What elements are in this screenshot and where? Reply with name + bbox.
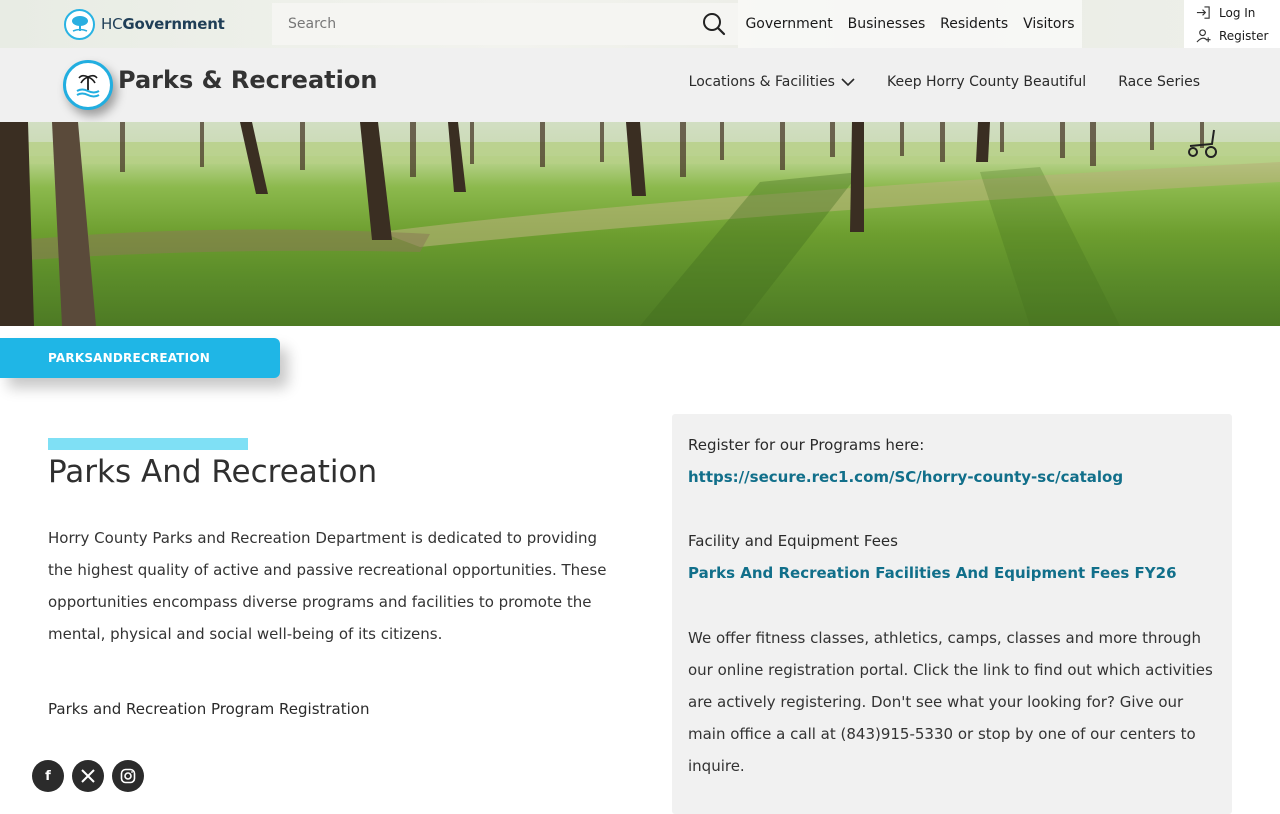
top-nav-visitors[interactable]: Visitors (1023, 16, 1074, 32)
title-accent-bar (48, 438, 248, 450)
program-registration-heading: Parks and Recreation Program Registratio… (48, 700, 370, 718)
fees-heading: Facility and Equipment Fees (688, 532, 898, 550)
intro-paragraph: Horry County Parks and Recreation Depart… (48, 529, 607, 643)
parks-logo-icon[interactable] (63, 60, 113, 110)
top-nav-residents[interactable]: Residents (940, 16, 1008, 32)
site-wordmark: HCGovernment (101, 15, 225, 33)
login-icon (1196, 6, 1210, 19)
x-icon[interactable] (72, 760, 104, 792)
login-link[interactable]: Log In (1196, 5, 1255, 20)
facebook-glyph: f (45, 768, 51, 784)
add-user-icon (1196, 29, 1211, 43)
search-box (272, 3, 738, 45)
hero-park-image (0, 122, 1280, 326)
department-title: Parks & Recreation (118, 66, 378, 94)
top-utility-bar: HCGovernment Government Businesses Resid… (0, 0, 1280, 48)
registration-info-paragraph: We offer fitness classes, athletics, cam… (688, 629, 1213, 775)
chevron-down-icon (841, 78, 855, 87)
hcgov-home-link[interactable]: HCGovernment (64, 8, 225, 40)
dept-nav-label: Locations & Facilities (688, 74, 835, 90)
instagram-icon[interactable] (112, 760, 144, 792)
tree-logo-icon (64, 8, 95, 40)
breadcrumb-label: PARKSANDRECREATION (48, 351, 210, 365)
register-catalog-link[interactable]: https://secure.rec1.com/SC/horry-county-… (688, 468, 1123, 486)
register-link[interactable]: Register (1196, 28, 1268, 43)
top-nav: Government Businesses Residents Visitors (738, 0, 1082, 48)
department-nav: Locations & Facilities Keep Horry County… (689, 74, 1200, 90)
search-icon[interactable] (702, 12, 726, 36)
top-nav-businesses[interactable]: Businesses (848, 16, 926, 32)
breadcrumb: PARKSANDRECREATION (0, 338, 280, 378)
registration-info-panel: Register for our Programs here: https://… (672, 414, 1232, 814)
page-title: Parks And Recreation (48, 454, 378, 490)
account-menu: Log In Register (1184, 0, 1280, 48)
register-programs-text: Register for our Programs here: (688, 436, 925, 454)
search-input[interactable] (272, 16, 692, 32)
instagram-glyph (120, 768, 136, 784)
dept-nav-race-series[interactable]: Race Series (1118, 74, 1200, 90)
register-label: Register (1219, 28, 1269, 43)
dept-nav-keep-horry-county-beautiful[interactable]: Keep Horry County Beautiful (887, 74, 1086, 90)
fees-document-link[interactable]: Parks And Recreation Facilities And Equi… (688, 564, 1177, 582)
dept-nav-locations-facilities[interactable]: Locations & Facilities (689, 74, 855, 90)
social-share-bar: f (32, 760, 144, 792)
login-label: Log In (1219, 5, 1256, 20)
x-logo-glyph (81, 769, 95, 783)
top-nav-government[interactable]: Government (745, 16, 832, 32)
facebook-icon[interactable]: f (32, 760, 64, 792)
